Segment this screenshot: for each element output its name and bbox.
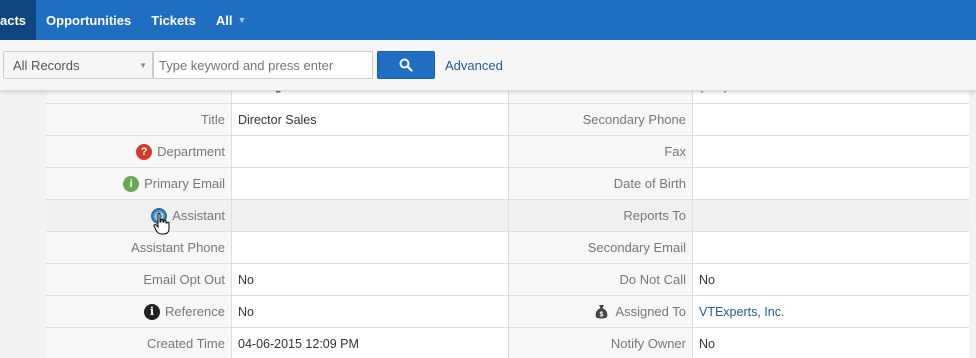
label-text: Primary Email: [144, 176, 225, 191]
field-label-do-not-call: Do Not Call: [509, 264, 693, 295]
label-text: Assistant Phone: [131, 240, 225, 255]
contact-details-table: Existing Customer (555) 123-4565 Title D…: [46, 70, 969, 358]
field-value-notify-owner[interactable]: No: [693, 328, 969, 358]
table-row: i Reference No $ Assigned To VTExperts, I…: [46, 296, 969, 328]
field-value-assigned-to[interactable]: VTExperts, Inc.: [693, 296, 969, 327]
field-label-primary-email: i Primary Email: [46, 168, 232, 199]
label-text: Reference: [165, 304, 225, 319]
field-label-notify-owner: Notify Owner: [509, 328, 693, 358]
label-text: Title: [200, 112, 225, 127]
table-row: Email Opt Out No Do Not Call No: [46, 264, 969, 296]
field-label-secondary-phone: Secondary Phone: [509, 104, 693, 135]
label-text: Reports To: [623, 208, 686, 223]
label-text: Secondary Phone: [582, 112, 686, 127]
table-row: i Primary Email Date of Birth: [46, 168, 969, 200]
table-row: ? Department Fax: [46, 136, 969, 168]
field-label-department: ? Department: [46, 136, 232, 167]
field-value-reference[interactable]: No: [232, 296, 509, 327]
people-icon[interactable]: i: [123, 175, 140, 192]
field-value-reports-to[interactable]: [693, 200, 969, 231]
field-value-email-opt-out[interactable]: No: [232, 264, 509, 295]
search-scope-select[interactable]: All Records ▼: [3, 51, 153, 79]
field-label-date-of-birth: Date of Birth: [509, 168, 693, 199]
assigned-to-link[interactable]: VTExperts, Inc.: [699, 305, 784, 319]
field-value-created-time: 04-06-2015 12:09 PM: [232, 328, 509, 358]
search-bar: All Records ▼ Advanced: [0, 40, 976, 91]
field-label-fax: Fax: [509, 136, 693, 167]
label-text: Assigned To: [615, 304, 686, 319]
field-label-created-time: Created Time: [46, 328, 232, 358]
label-text: Date of Birth: [613, 176, 686, 191]
field-value-secondary-email[interactable]: [693, 232, 969, 263]
table-row: Created Time 04-06-2015 12:09 PM Notify …: [46, 328, 969, 358]
tab-label: Tickets: [151, 12, 196, 28]
top-nav: acts Opportunities Tickets All ▼: [0, 0, 976, 40]
field-label-reference: i Reference: [46, 296, 232, 327]
field-value-department[interactable]: [232, 136, 509, 167]
info-icon[interactable]: i: [144, 303, 161, 320]
label-text: Notify Owner: [610, 336, 686, 351]
search-button[interactable]: [377, 51, 435, 79]
label-text: Email Opt Out: [143, 272, 225, 287]
chevron-down-icon: ▼: [237, 15, 247, 25]
label-text: Created Time: [146, 336, 225, 351]
tab-all[interactable]: All ▼: [206, 0, 257, 40]
field-value-date-of-birth[interactable]: [693, 168, 969, 199]
money-bag-icon[interactable]: $: [594, 304, 609, 320]
tab-label: Opportunities: [46, 12, 132, 28]
field-label-assistant-phone: Assistant Phone: [46, 232, 232, 263]
tab-label: All: [215, 12, 233, 28]
table-row: @Assistant Reports To: [46, 200, 969, 232]
field-label-secondary-email: Secondary Email: [509, 232, 693, 263]
label-text: Assistant: [172, 208, 225, 223]
field-label-title: Title: [46, 104, 232, 135]
advanced-search-link[interactable]: Advanced: [445, 58, 503, 73]
field-value-title[interactable]: Director Sales: [232, 104, 509, 135]
table-row: Assistant Phone Secondary Email: [46, 232, 969, 264]
field-value-do-not-call[interactable]: No: [693, 264, 969, 295]
label-text: Secondary Email: [587, 240, 686, 255]
svg-text:$: $: [600, 311, 604, 318]
field-value-assistant-phone[interactable]: [232, 232, 509, 263]
search-scope-value: All Records: [13, 58, 80, 73]
field-value-secondary-phone[interactable]: [693, 104, 969, 135]
field-label-assigned-to: $ Assigned To: [509, 296, 693, 327]
search-input[interactable]: [153, 51, 373, 79]
question-icon[interactable]: ?: [136, 143, 153, 160]
field-label-reports-to: Reports To: [509, 200, 693, 231]
chevron-down-icon: ▼: [139, 61, 147, 70]
field-value-fax[interactable]: [693, 136, 969, 167]
search-icon: [399, 58, 413, 72]
tab-label: acts: [0, 12, 27, 28]
label-text: Fax: [664, 144, 686, 159]
field-label-assistant: @Assistant: [46, 200, 232, 231]
tab-tickets[interactable]: Tickets: [141, 0, 206, 40]
left-gutter: [0, 91, 46, 358]
field-label-email-opt-out: Email Opt Out: [46, 264, 232, 295]
table-row: Title Director Sales Secondary Phone: [46, 104, 969, 136]
tab-contacts[interactable]: acts: [0, 0, 37, 40]
hand-cursor-icon: [153, 212, 170, 235]
label-text: Department: [157, 144, 225, 159]
field-value-assistant[interactable]: [232, 200, 509, 231]
tab-opportunities[interactable]: Opportunities: [36, 0, 141, 40]
label-text: Do Not Call: [619, 272, 686, 287]
field-value-primary-email[interactable]: [232, 168, 509, 199]
